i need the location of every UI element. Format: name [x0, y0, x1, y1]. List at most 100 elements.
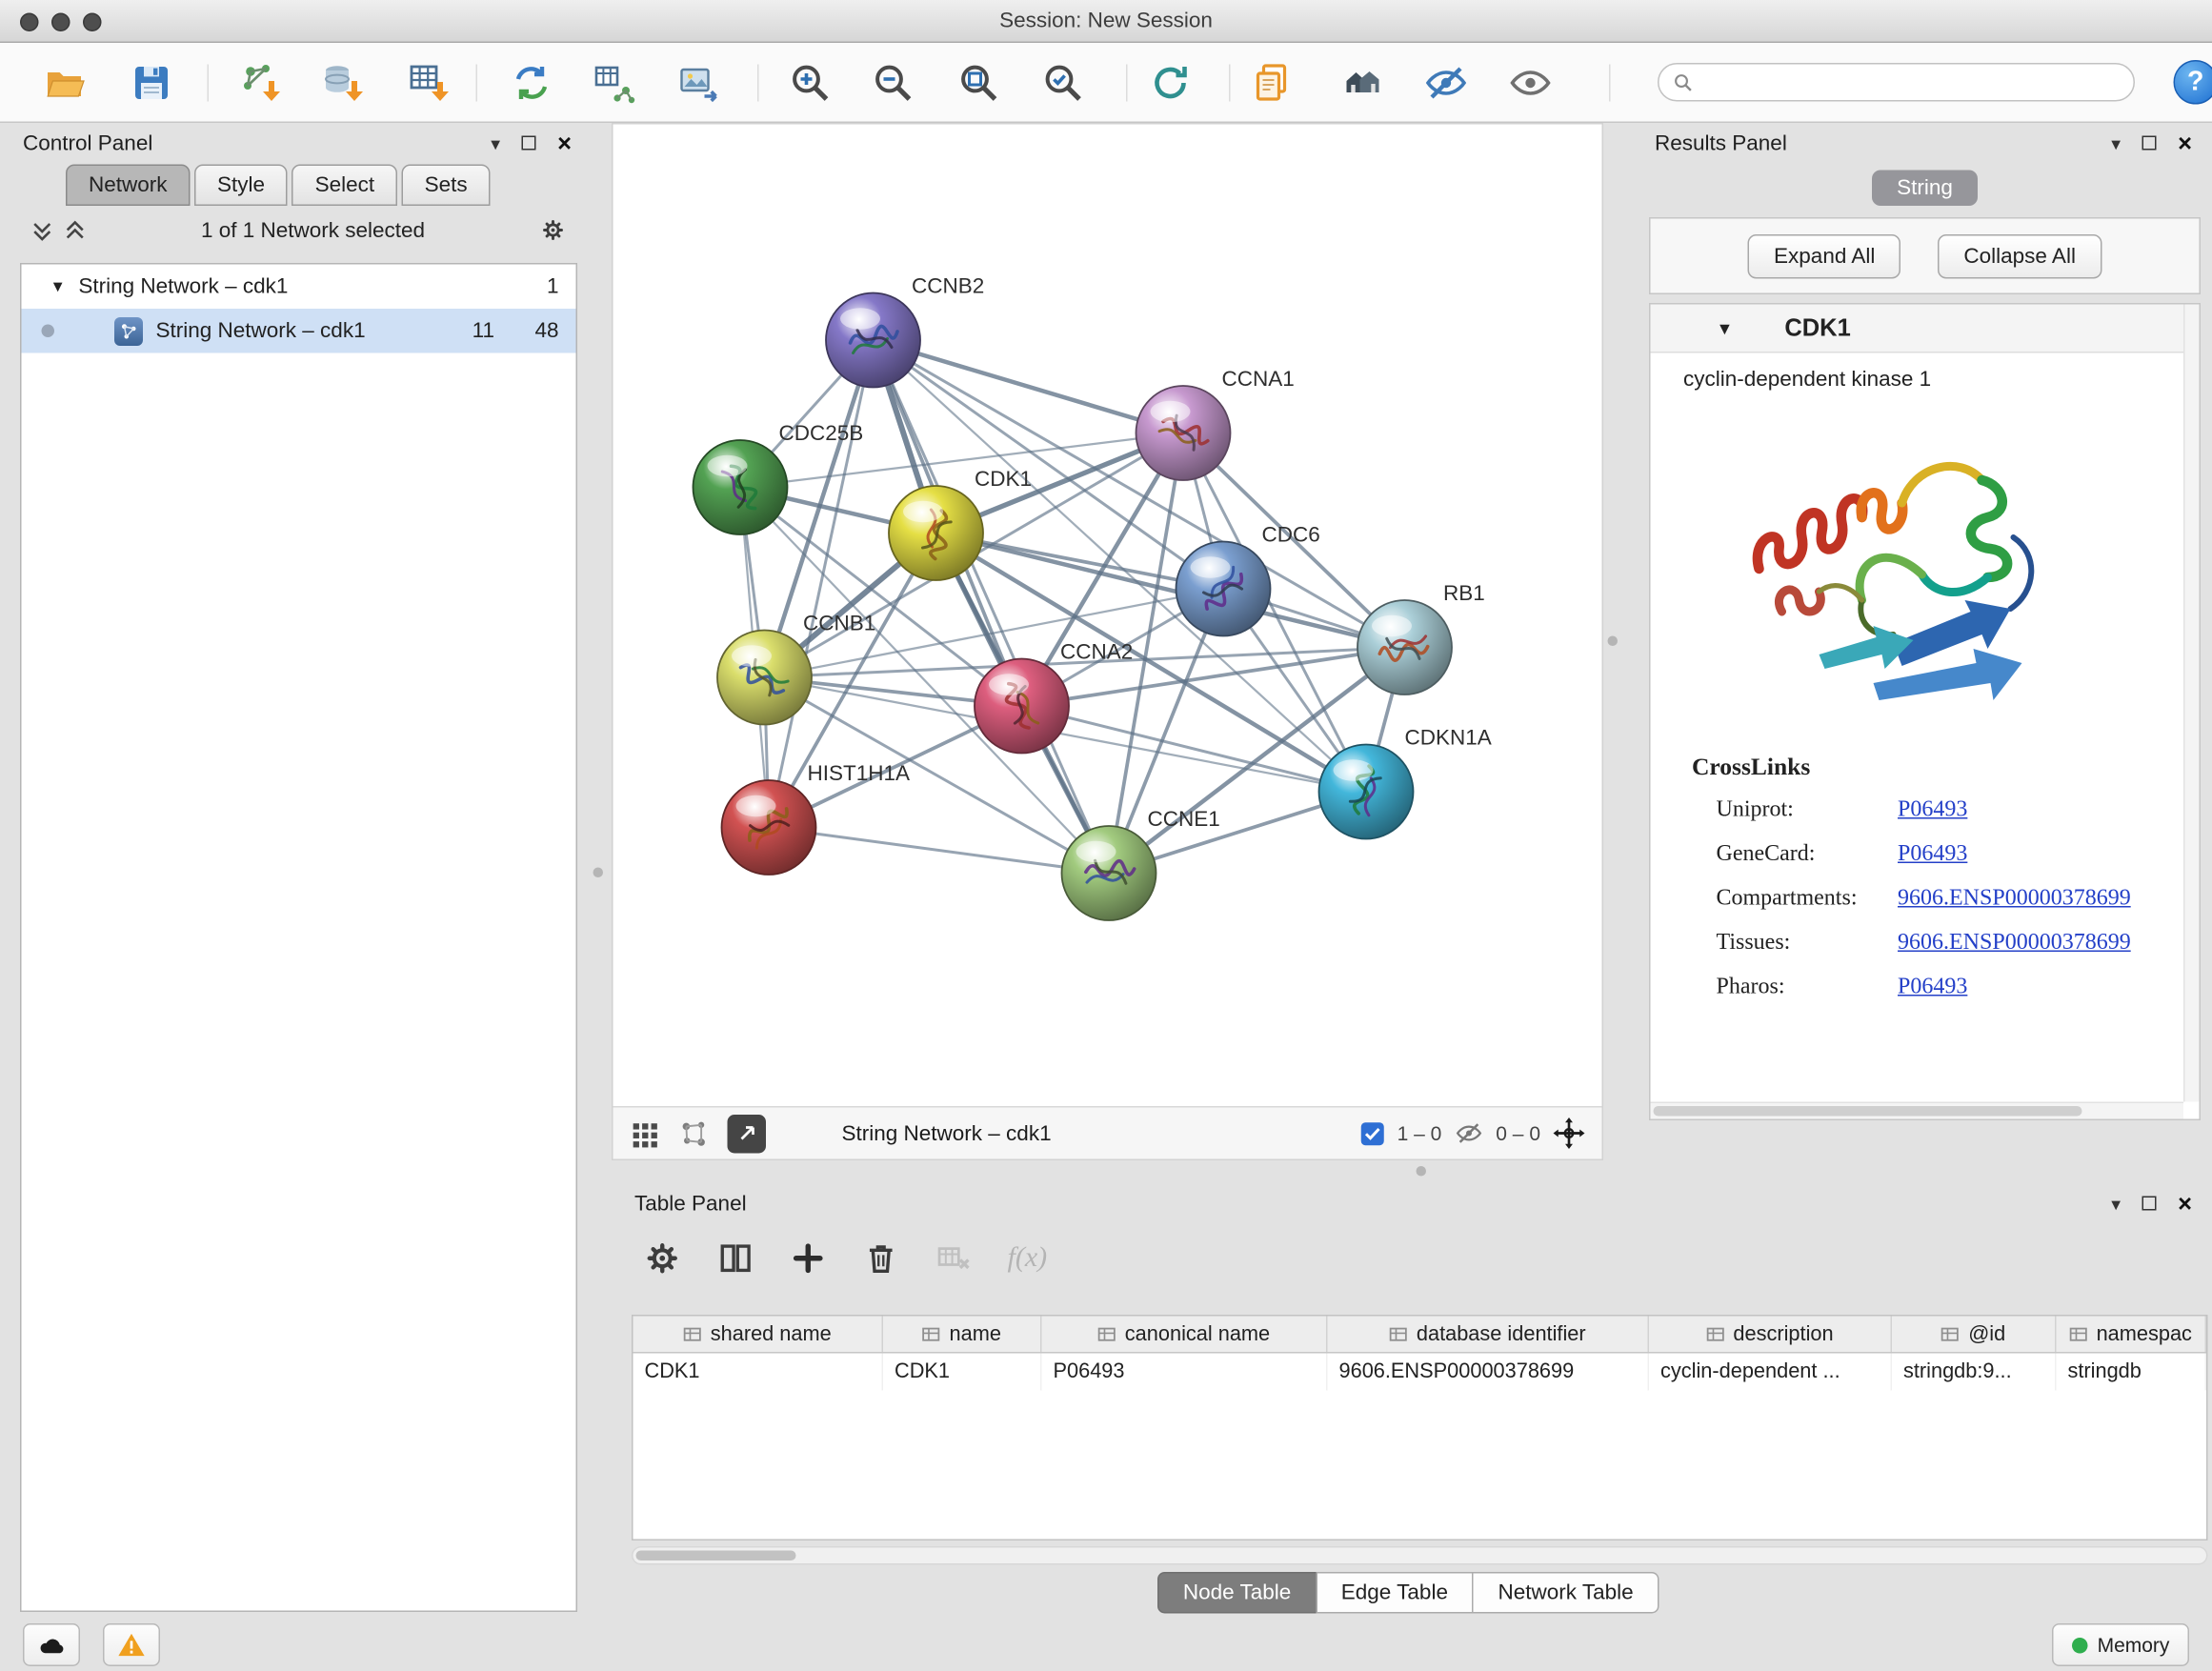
zoom-fit-button[interactable] — [954, 57, 1005, 109]
vertical-splitter-handle[interactable] — [1608, 636, 1619, 647]
network-node-CDK1[interactable]: CDK1 — [889, 467, 1032, 580]
network-collection-row[interactable]: ▼ String Network – cdk1 1 — [22, 265, 576, 310]
save-session-button[interactable] — [126, 57, 177, 109]
network-node-CDKN1A[interactable]: CDKN1A — [1319, 726, 1492, 839]
tab-select[interactable]: Select — [292, 165, 398, 207]
table-data-row[interactable]: CDK1CDK1P064939606.ENSP00000378699cyclin… — [633, 1354, 2207, 1391]
network-graph[interactable]: CCNB2CCNA1CDC25BCDK1CDC6RB1CCNB1CCNA2CDK… — [613, 125, 1602, 1107]
trash-icon[interactable] — [862, 1238, 901, 1278]
scrollbar-thumb[interactable] — [1654, 1106, 2082, 1117]
zoom-button[interactable] — [83, 13, 102, 32]
panel-close-icon[interactable]: × — [2178, 131, 2192, 155]
network-node-HIST1H1A[interactable]: HIST1H1A — [722, 761, 911, 875]
expand-all-icon[interactable] — [65, 219, 87, 241]
expand-all-button[interactable]: Expand All — [1748, 233, 1900, 278]
panel-close-icon[interactable]: × — [557, 131, 572, 155]
column-header-namespac[interactable]: namespac — [2057, 1317, 2207, 1353]
memory-button[interactable]: Memory — [2052, 1623, 2189, 1666]
add-icon[interactable] — [789, 1238, 828, 1278]
table-horizontal-scrollbar[interactable] — [632, 1546, 2208, 1565]
zoom-out-button[interactable] — [868, 57, 919, 109]
zoom-selected-button[interactable] — [1037, 57, 1089, 109]
gear-icon[interactable] — [540, 217, 566, 243]
disclosure-triangle-icon[interactable]: ▼ — [50, 278, 66, 295]
panel-float-icon[interactable] — [522, 136, 536, 151]
network-node-RB1[interactable]: RB1 — [1357, 581, 1485, 695]
network-from-table-button[interactable] — [589, 57, 640, 109]
zoom-in-button[interactable] — [785, 57, 836, 109]
crosslink-value-link[interactable]: P06493 — [1898, 797, 1967, 822]
column-header--id[interactable]: @id — [1892, 1317, 2057, 1353]
selection-checkbox-icon[interactable] — [1360, 1121, 1385, 1146]
tab-style[interactable]: Style — [194, 165, 288, 207]
panel-float-icon[interactable] — [2142, 136, 2157, 151]
tab-network-table[interactable]: Network Table — [1472, 1572, 1659, 1614]
columns-icon[interactable] — [716, 1238, 755, 1278]
hidden-eye-icon[interactable] — [1455, 1119, 1483, 1148]
network-edge-HIST1H1A-CCNE1[interactable] — [769, 828, 1109, 874]
network-node-CCNB2[interactable]: CCNB2 — [826, 274, 984, 388]
results-vertical-scrollbar[interactable] — [2183, 305, 2200, 1102]
vertical-splitter-handle[interactable] — [593, 868, 604, 878]
column-header-canonical-name[interactable]: canonical name — [1042, 1317, 1328, 1353]
search-input[interactable] — [1702, 70, 2120, 93]
panel-chevron-icon[interactable]: ▾ — [2111, 1194, 2121, 1213]
crosslink-value-link[interactable]: P06493 — [1898, 975, 1967, 999]
network-node-CDC6[interactable]: CDC6 — [1176, 523, 1320, 636]
table-cell[interactable]: CDK1 — [883, 1354, 1042, 1391]
column-header-name[interactable]: name — [883, 1317, 1042, 1353]
table-cell[interactable]: cyclin-dependent ... — [1649, 1354, 1892, 1391]
warnings-button[interactable] — [103, 1623, 160, 1666]
minimize-button[interactable] — [51, 13, 70, 32]
column-header-database-identifier[interactable]: database identifier — [1328, 1317, 1650, 1353]
collapse-all-icon[interactable] — [31, 219, 53, 241]
import-network-file-button[interactable] — [234, 57, 286, 109]
close-button[interactable] — [20, 13, 39, 32]
network-node-CCNA1[interactable]: CCNA1 — [1136, 367, 1295, 480]
apply-layout-button[interactable] — [1145, 57, 1196, 109]
duplicate-document-button[interactable] — [1248, 57, 1299, 109]
horizontal-splitter-handle[interactable] — [1417, 1166, 1427, 1177]
results-horizontal-scrollbar[interactable] — [1651, 1102, 2184, 1119]
pan-crosshair-icon[interactable] — [1554, 1117, 1585, 1149]
panel-float-icon[interactable] — [2142, 1197, 2157, 1211]
home-view-button[interactable] — [1337, 57, 1388, 109]
open-session-button[interactable] — [40, 57, 91, 109]
table-cell[interactable]: CDK1 — [633, 1354, 884, 1391]
crosslink-value-link[interactable]: P06493 — [1898, 842, 1967, 867]
tab-node-table[interactable]: Node Table — [1157, 1572, 1317, 1614]
column-header-shared-name[interactable]: shared name — [633, 1317, 884, 1353]
panel-chevron-icon[interactable]: ▾ — [2111, 133, 2121, 152]
hide-selected-button[interactable] — [1420, 57, 1472, 109]
table-cell[interactable]: stringdb:9... — [1892, 1354, 2057, 1391]
network-row-selected[interactable]: String Network – cdk1 11 48 — [22, 309, 576, 353]
cloud-button[interactable] — [23, 1623, 80, 1666]
crosslink-value-link[interactable]: 9606.ENSP00000378699 — [1898, 886, 2131, 911]
gear-icon[interactable] — [643, 1238, 682, 1278]
network-edge-CCNB2-HIST1H1A[interactable] — [769, 340, 874, 828]
import-table-file-button[interactable] — [403, 57, 454, 109]
column-header-description[interactable]: description — [1649, 1317, 1892, 1353]
network-edge-CCNB2-CCNE1[interactable] — [874, 340, 1110, 874]
help-button[interactable]: ? — [2174, 60, 2212, 105]
panel-close-icon[interactable]: × — [2178, 1191, 2192, 1216]
show-all-button[interactable] — [1505, 57, 1557, 109]
network-overview-icon[interactable] — [679, 1118, 710, 1149]
protein-entry-header[interactable]: ▼ CDK1 — [1651, 305, 2200, 353]
clone-network-button[interactable] — [506, 57, 557, 109]
tab-sets[interactable]: Sets — [402, 165, 491, 207]
import-network-database-button[interactable] — [317, 57, 369, 109]
tab-network[interactable]: Network — [66, 165, 191, 207]
panel-chevron-icon[interactable]: ▾ — [491, 133, 500, 152]
tab-edge-table[interactable]: Edge Table — [1316, 1572, 1474, 1614]
table-cell[interactable]: P06493 — [1042, 1354, 1328, 1391]
table-cell[interactable]: stringdb — [2057, 1354, 2207, 1391]
export-view-button[interactable] — [728, 1114, 767, 1153]
toolbar-search[interactable] — [1658, 63, 2135, 102]
crosslink-value-link[interactable]: 9606.ENSP00000378699 — [1898, 931, 2131, 956]
collapse-all-button[interactable]: Collapse All — [1938, 233, 2101, 278]
tab-string[interactable]: String — [1873, 171, 1978, 207]
scrollbar-thumb[interactable] — [636, 1551, 796, 1561]
disclosure-triangle-icon[interactable]: ▼ — [1717, 318, 1734, 338]
export-image-button[interactable] — [674, 57, 725, 109]
